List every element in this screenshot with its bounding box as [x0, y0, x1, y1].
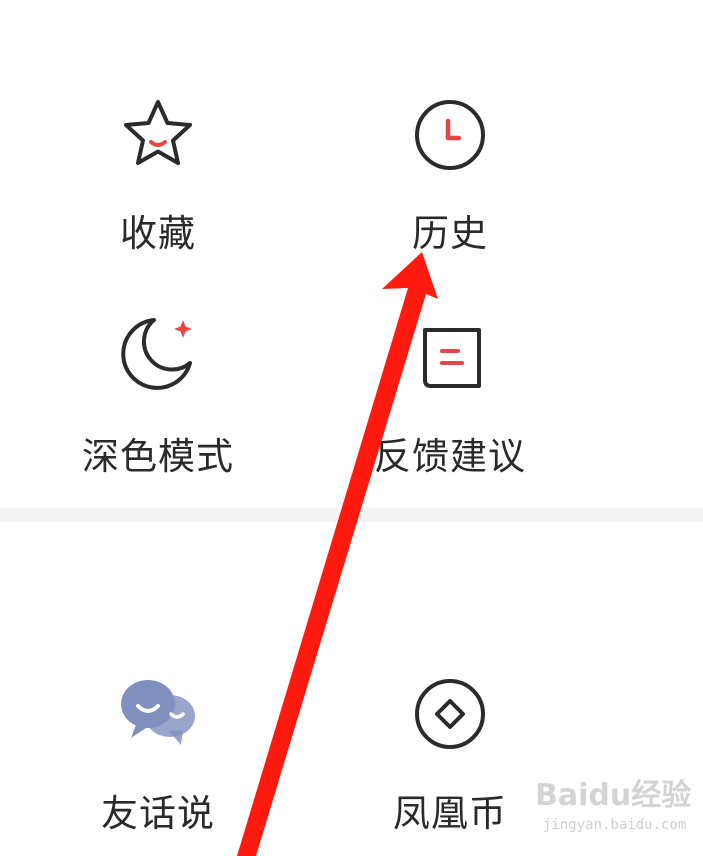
favorites-label: 收藏 [120, 212, 196, 255]
feedback-icon [423, 328, 481, 388]
moon-icon [121, 318, 192, 390]
menu-item-feedback[interactable]: 反馈建议 [340, 308, 560, 478]
menu-item-history[interactable]: 历史 [340, 90, 560, 260]
watermark-url: jingyan.baidu.com [543, 817, 687, 833]
dark-mode-label: 深色模式 [82, 435, 234, 478]
menu-item-dark-mode[interactable]: 深色模式 [48, 308, 268, 478]
menu-item-friend-talk[interactable]: 友话说 [48, 668, 268, 838]
baidu-watermark: Baidu经验 jingyan.baidu.com [535, 770, 695, 850]
menu-item-phoenix-coin[interactable]: 凤凰币 [340, 668, 560, 838]
chat-bubbles-icon [121, 680, 195, 745]
history-label: 历史 [412, 212, 488, 255]
star-icon [124, 100, 192, 165]
coin-icon [415, 679, 485, 749]
feedback-label: 反馈建议 [374, 435, 526, 478]
phoenix-coin-label: 凤凰币 [393, 792, 507, 835]
clock-icon [415, 100, 485, 170]
friend-talk-label: 友话说 [101, 792, 215, 835]
menu-item-favorites[interactable]: 收藏 [48, 90, 268, 260]
watermark-brand: Baidu经验 [535, 778, 692, 813]
section-divider [0, 508, 703, 522]
